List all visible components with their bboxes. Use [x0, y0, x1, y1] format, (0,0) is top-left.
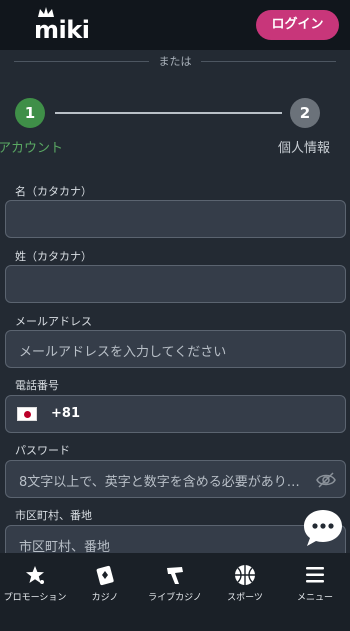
email-label: メールアドレス: [15, 315, 92, 328]
first-name-input[interactable]: [5, 200, 346, 238]
menu-icon: [306, 567, 324, 583]
nav-casino[interactable]: カジノ: [70, 553, 140, 631]
logo-text: miki: [34, 16, 90, 44]
logo[interactable]: miki: [34, 7, 94, 44]
step-1-label: アカウント: [0, 141, 64, 156]
japan-flag-icon[interactable]: [17, 407, 37, 421]
first-name-label: 名（カタカナ）: [15, 185, 92, 198]
nav-menu[interactable]: メニュー: [280, 553, 350, 631]
divider-line-right: [201, 61, 336, 62]
nav-promotion-label: プロモーション: [3, 593, 67, 603]
password-placeholder: 8文字以上で、英字と数字を含める必要があり…: [19, 475, 300, 490]
step-2-label: 個人情報: [278, 141, 331, 156]
email-placeholder: メールアドレスを入力してください: [19, 345, 227, 360]
registration-page: miki ログイン または 1 2 アカウント 個人情報 名（カタカナ） 姓（カ…: [0, 0, 350, 631]
step-2-circle: 2: [290, 98, 320, 128]
live-casino-icon: [167, 567, 183, 584]
bottom-navigation: プロモーション カジノ ライブカジノ スポーツ メニュー: [0, 553, 350, 631]
phone-country-code: +81: [51, 406, 80, 421]
step-connector: [55, 112, 282, 114]
login-button[interactable]: ログイン: [256, 10, 339, 40]
address-label: 市区町村、番地: [15, 509, 92, 522]
step-1-circle: 1: [15, 98, 45, 128]
nav-promotion[interactable]: プロモーション: [0, 553, 70, 631]
basketball-icon: [235, 565, 255, 585]
star-icon: [26, 566, 44, 584]
nav-sports[interactable]: スポーツ: [210, 553, 280, 631]
top-header: miki ログイン: [0, 0, 350, 50]
last-name-input[interactable]: [5, 265, 346, 303]
password-input[interactable]: 8文字以上で、英字と数字を含める必要があり…: [5, 460, 346, 498]
or-divider: または: [14, 52, 336, 70]
flag-dot: [24, 411, 31, 418]
password-label: パスワード: [15, 444, 70, 457]
nav-casino-label: カジノ: [91, 593, 119, 603]
phone-label: 電話番号: [15, 379, 59, 392]
email-input[interactable]: メールアドレスを入力してください: [5, 330, 346, 368]
last-name-label: 姓（カタカナ）: [15, 250, 92, 263]
eye-slash-icon[interactable]: [316, 470, 336, 490]
phone-input[interactable]: +81: [5, 395, 346, 433]
nav-menu-label: メニュー: [296, 593, 333, 603]
nav-live-casino-label: ライブカジノ: [148, 593, 202, 603]
nav-sports-label: スポーツ: [227, 593, 263, 603]
chat-bubble-icon[interactable]: [302, 507, 344, 549]
progress-steps: 1 2 アカウント 個人情報: [0, 95, 350, 161]
cards-icon: [96, 565, 114, 586]
nav-live-casino[interactable]: ライブカジノ: [140, 553, 210, 631]
